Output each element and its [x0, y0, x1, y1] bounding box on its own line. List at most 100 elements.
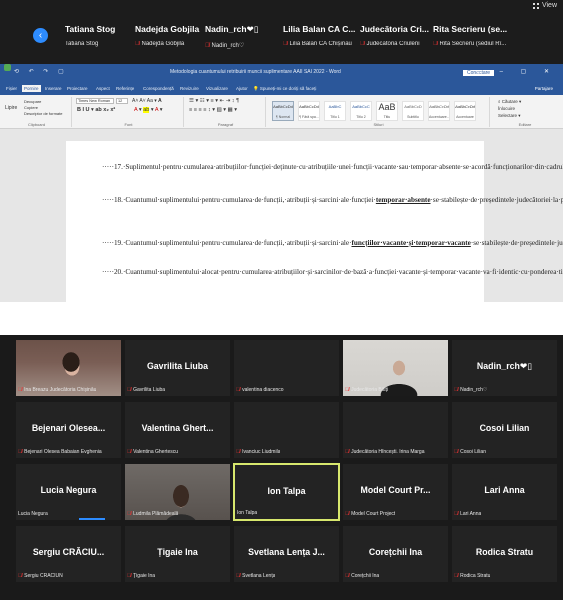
participant-tile[interactable]: Cosoi Lilian 🎙̸ Cosoi Lilian	[451, 401, 558, 459]
previous-page-button[interactable]: ‹	[33, 28, 48, 43]
white-divider	[0, 302, 563, 335]
participant-tile[interactable]: Model Court Pr... 🎙̸ Model Court Project	[342, 463, 449, 521]
replace-button[interactable]: Înlocuire	[498, 106, 515, 111]
audio-activity-bar	[79, 518, 105, 520]
style-name: Titlu	[383, 115, 391, 119]
share-button[interactable]: Partajare	[535, 86, 553, 91]
quick-access-toolbar[interactable]: ⟲ ↶ ↷ ▢	[14, 68, 68, 75]
tab-references[interactable]: Referințe	[116, 86, 134, 91]
tell-me-search[interactable]: 💡 Spuneți-mi ce doriți să faceți	[253, 86, 316, 92]
participant-tile[interactable]: Lucia Negura Lucia Negura	[15, 463, 122, 521]
participant-tile[interactable]: Rodica Stratu 🎙̸ Rodica Stratu	[451, 525, 558, 583]
paragraph-20: ·····20.·Cuantumul·suplimentului·alocat·…	[102, 268, 563, 276]
participant-name: Bejenari Olesea...	[31, 423, 106, 433]
style-subtle-emphasis[interactable]: AaBbCcDd Accentuare...	[428, 101, 450, 121]
style-normal[interactable]: AaBbCcDd ¶ Normal	[272, 101, 294, 121]
participant-label-text: Judecătoria Bălți	[351, 387, 389, 393]
participant-tile[interactable]: Corețchii Ina 🎙̸ Corețchii Ina	[342, 525, 449, 583]
participant-label-text: Judecătoria Hîncești. Irina Marga	[351, 449, 425, 455]
participant-tile[interactable]: Svetlana Lența J... 🎙̸ Svetlana Lența	[233, 525, 340, 583]
tab-insert[interactable]: Inserare	[45, 86, 62, 91]
font-size-select[interactable]: 12	[116, 98, 128, 104]
muted-mic-icon: 🎙̸	[345, 511, 350, 517]
tab-design[interactable]: Proiectare	[67, 86, 88, 91]
paste-button[interactable]: Lipire	[5, 105, 17, 111]
style-preview: AaBbCcD	[404, 104, 422, 109]
window-controls[interactable]: ▭ – ▢ ✕	[476, 68, 557, 75]
participant-tile[interactable]: 🎙̸ Judecătoria Bălți	[342, 339, 449, 397]
tab-review[interactable]: Revizuire	[180, 86, 199, 91]
tab-layout[interactable]: Aspect	[96, 86, 110, 91]
style-heading-2[interactable]: AaBbCcC Titlu 2	[350, 101, 372, 121]
participant-name: Lari Anna	[484, 485, 525, 495]
participant-tile[interactable]: 🎙̸ valentina diacenco	[233, 339, 340, 397]
style-subtitle[interactable]: AaBbCcD Subtitlu	[402, 101, 424, 121]
participant-name: Valentina Ghert...	[141, 423, 214, 433]
tab-mailings[interactable]: Corespondență	[143, 86, 174, 91]
muted-mic-icon: 🎙̸	[236, 387, 241, 393]
grow-shrink-font-buttons[interactable]: A˄ A˅ Aa ▾ 𝐀	[132, 98, 162, 104]
view-button[interactable]: View	[532, 2, 557, 9]
paragraph-19-text-b: ·se·stabilește·de·președintele·judecător…	[470, 239, 563, 247]
select-button[interactable]: Selectare ▾	[498, 113, 521, 119]
participant-label-text: Sergiu CRĂCIUN	[24, 573, 63, 579]
participant-label-text: valentina diacenco	[242, 387, 284, 393]
font-color-buttons[interactable]: A ▾ ab ▾ A ▾	[134, 107, 163, 113]
participant-name: Gavrilita Liuba	[146, 361, 209, 371]
participant-label-text: Valentina Ghertescu	[133, 449, 179, 455]
tab-view[interactable]: Vizualizare	[206, 86, 228, 91]
font-format-buttons[interactable]: B I U ▾ ab x₂ x²	[77, 107, 115, 113]
tab-file[interactable]: Fișier	[6, 86, 17, 91]
style-preview: AaBbCcDd	[455, 104, 475, 109]
top-participant-strip: View ‹ Tatiana Stog Tatiana Stog Nadejda…	[0, 0, 563, 64]
participant-label: 🎙̸ Model Court Project	[345, 511, 395, 517]
participant-tile[interactable]: Nadin_rch❤▯ 🎙̸ Nadin_rch♡	[451, 339, 558, 397]
participant-label-text: Lucia Negura	[18, 511, 48, 517]
style-name: ¶ Normal	[275, 115, 291, 119]
active-speaker-tile[interactable]: Ion Talpa Ion Talpa	[233, 463, 340, 521]
tab-help[interactable]: Ajutor	[236, 86, 248, 91]
participant-label: 🎙̸ Sergiu CRĂCIUN	[18, 573, 63, 579]
cut-button[interactable]: Decupare	[24, 99, 41, 104]
style-name: Subtitlu	[407, 115, 419, 119]
tab-home[interactable]: Pornire	[22, 85, 41, 92]
participant-label: 🎙̸ Gavrilita Liuba	[127, 387, 165, 393]
participant-tile[interactable]: Bejenari Olesea... 🎙̸ Bejenari Olesea Bab…	[15, 401, 122, 459]
participant-label: 🎙̸ Rodica Stratu	[454, 573, 490, 579]
font-name-select[interactable]: Times New Roman	[76, 98, 114, 104]
style-name: Accentuare	[456, 115, 474, 119]
strip-tile[interactable]: Rita Secrieru (se... 🎙̸ Rita Secrieru (s…	[433, 24, 533, 60]
participant-tile[interactable]: Lari Anna 🎙̸ Lari Anna	[451, 463, 558, 521]
muted-mic-icon: 🎙̸	[127, 573, 132, 579]
paragraph-19-text-a: ·····19.·Cuantumul·suplimentului·pentru·…	[102, 239, 352, 247]
style-title[interactable]: AaB Titlu	[376, 101, 398, 121]
find-button[interactable]: ⌕ Căutare ▾	[498, 99, 521, 105]
alignment-buttons[interactable]: ≡ ≡ ≡ ≡ ↕ ▾ ▨ ▾ ▦ ▾	[189, 107, 237, 113]
participant-label: 🎙̸ valentina diacenco	[236, 387, 284, 393]
font-group-label: Font	[124, 122, 133, 127]
paragraph-18-text-a: ·····18.·Cuantumul·suplimentului·pentru·…	[102, 196, 376, 204]
participant-tile[interactable]: 🎙̸ Ina Breazu Judecătoria Chișinău	[15, 339, 122, 397]
participant-tile[interactable]: 🎙̸ Ivanciuc Liudmila	[233, 401, 340, 459]
paragraph-18-underlined: temporar·absente	[375, 196, 431, 204]
list-buttons[interactable]: ☰ ▾ ☷ ▾ ≡ ▾ ⇤ ⇥ ↕ ¶	[189, 98, 239, 104]
format-painter-button[interactable]: Descriptor de formate	[24, 111, 62, 116]
style-no-spacing[interactable]: AaBbCcDd ¶ Fără spa...	[298, 101, 320, 121]
copy-button[interactable]: Copiere	[24, 105, 38, 110]
participant-tile[interactable]: Gavrilita Liuba 🎙̸ Gavrilita Liuba	[124, 339, 231, 397]
participant-tile[interactable]: Sergiu CRĂCIU... 🎙̸ Sergiu CRĂCIUN	[15, 525, 122, 583]
participant-label: 🎙̸ Țigaie Ina	[127, 573, 155, 579]
participant-tile[interactable]: 🎙̸ Ludmila Plămădeală	[124, 463, 231, 521]
ribbon-tabs: Fișier Pornire Inserare Proiectare Aspec…	[0, 84, 563, 95]
participant-label-text: Tatiana Stog	[65, 41, 99, 47]
style-heading-1[interactable]: AaBbC Titlu 1	[324, 101, 346, 121]
participant-tile[interactable]: Valentina Ghert... 🎙̸ Valentina Ghertescu	[124, 401, 231, 459]
participant-label: 🎙̸ Ina Breazu Judecătoria Chișinău	[18, 387, 96, 393]
document-page[interactable]: ·····17.·Suplimentul·pentru·cumularea·at…	[66, 141, 563, 302]
participant-tile[interactable]: 🎙̸ Judecătoria Hîncești. Irina Marga	[342, 401, 449, 459]
participant-tile[interactable]: Țigaie Ina 🎙̸ Țigaie Ina	[124, 525, 231, 583]
participant-label-text: Ludmila Plămădeală	[133, 511, 179, 517]
participant-label-text: Bejenari Olesea Babaian Evghenia	[24, 449, 102, 455]
participant-name: Rodica Stratu	[475, 547, 534, 557]
style-emphasis[interactable]: AaBbCcDd Accentuare	[454, 101, 476, 121]
